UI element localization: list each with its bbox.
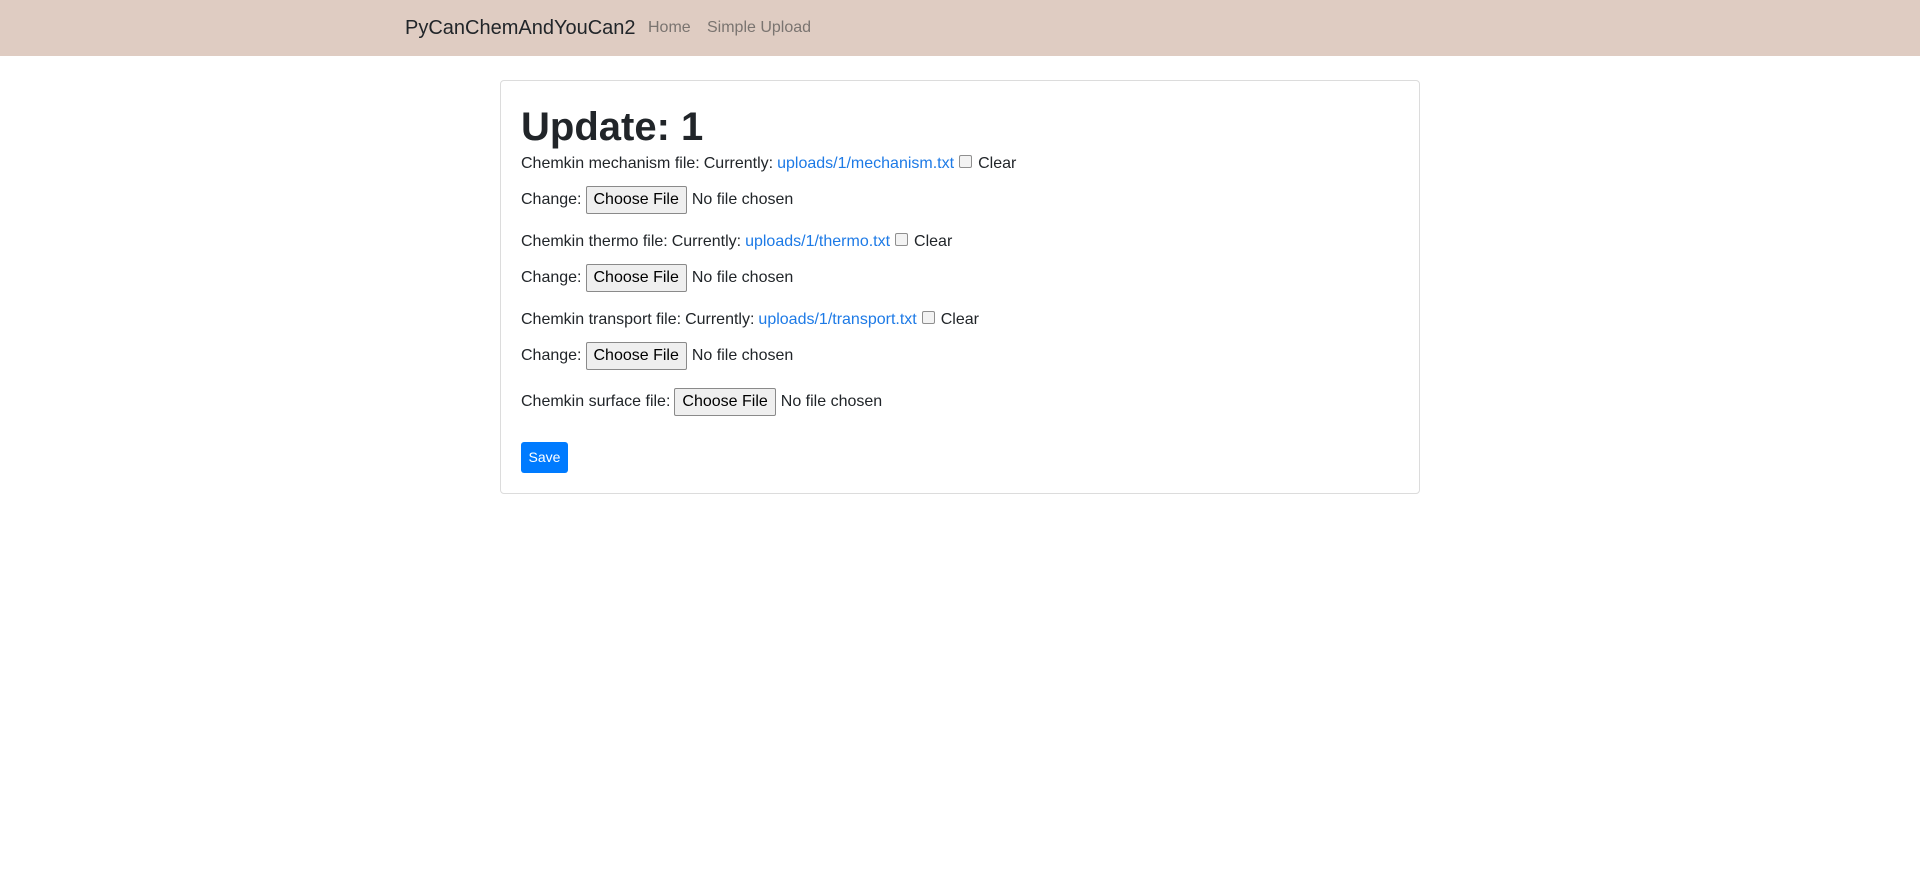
thermo-clear-label[interactable]: Clear [914, 233, 952, 251]
page-title: Update: 1 [521, 105, 704, 149]
mechanism-current-file-link[interactable]: uploads/1/mechanism.txt [777, 155, 954, 173]
transport-change-row: Change: Choose File No file chosen [521, 342, 793, 370]
update-form-card: Update: 1 Chemkin mechanism file: Curren… [500, 80, 1420, 494]
thermo-choose-file-button[interactable]: Choose File [585, 264, 687, 292]
nav-simple-upload-link[interactable]: Simple Upload [707, 17, 811, 39]
mechanism-change-row: Change: Choose File No file chosen [521, 186, 793, 214]
thermo-change-row: Change: Choose File No file chosen [521, 264, 793, 292]
thermo-current-file-link[interactable]: uploads/1/thermo.txt [745, 233, 890, 251]
save-button[interactable]: Save [521, 442, 568, 473]
surface-choose-file-button[interactable]: Choose File [674, 388, 776, 416]
transport-field-label: Chemkin transport file: [521, 311, 682, 328]
nav-home-link[interactable]: Home [648, 17, 691, 39]
mechanism-field-label: Chemkin mechanism file: [521, 155, 700, 172]
navbar: PyCanChemAndYouCan2 Home Simple Upload [0, 0, 1920, 56]
mechanism-clear-checkbox[interactable] [959, 154, 973, 168]
mechanism-clear-label[interactable]: Clear [978, 155, 1016, 173]
transport-current-row: Chemkin transport file: Currently: uploa… [521, 306, 979, 334]
thermo-clear-checkbox[interactable] [895, 232, 909, 246]
transport-change-label: Change: [521, 347, 582, 364]
transport-clear-checkbox[interactable] [921, 310, 935, 324]
surface-row: Chemkin surface file: Choose File No fil… [521, 388, 882, 416]
transport-clear-label[interactable]: Clear [941, 311, 979, 329]
transport-choose-file-button[interactable]: Choose File [585, 342, 687, 370]
thermo-field-label: Chemkin thermo file: [521, 233, 668, 250]
mechanism-file-status: No file chosen [691, 191, 794, 208]
mechanism-currently-label: Currently: [703, 155, 774, 172]
thermo-currently-label: Currently: [671, 233, 742, 250]
thermo-current-row: Chemkin thermo file: Currently: uploads/… [521, 228, 952, 256]
mechanism-current-row: Chemkin mechanism file: Currently: uploa… [521, 150, 1016, 178]
surface-field-label: Chemkin surface file: [521, 393, 671, 410]
transport-current-file-link[interactable]: uploads/1/transport.txt [758, 311, 916, 329]
thermo-file-status: No file chosen [691, 269, 794, 286]
transport-currently-label: Currently: [685, 311, 755, 328]
surface-file-status: No file chosen [780, 393, 883, 410]
thermo-change-label: Change: [521, 269, 582, 286]
transport-file-status: No file chosen [691, 347, 794, 364]
mechanism-change-label: Change: [521, 191, 582, 208]
mechanism-choose-file-button[interactable]: Choose File [585, 186, 687, 214]
brand-link[interactable]: PyCanChemAndYouCan2 [405, 14, 636, 42]
